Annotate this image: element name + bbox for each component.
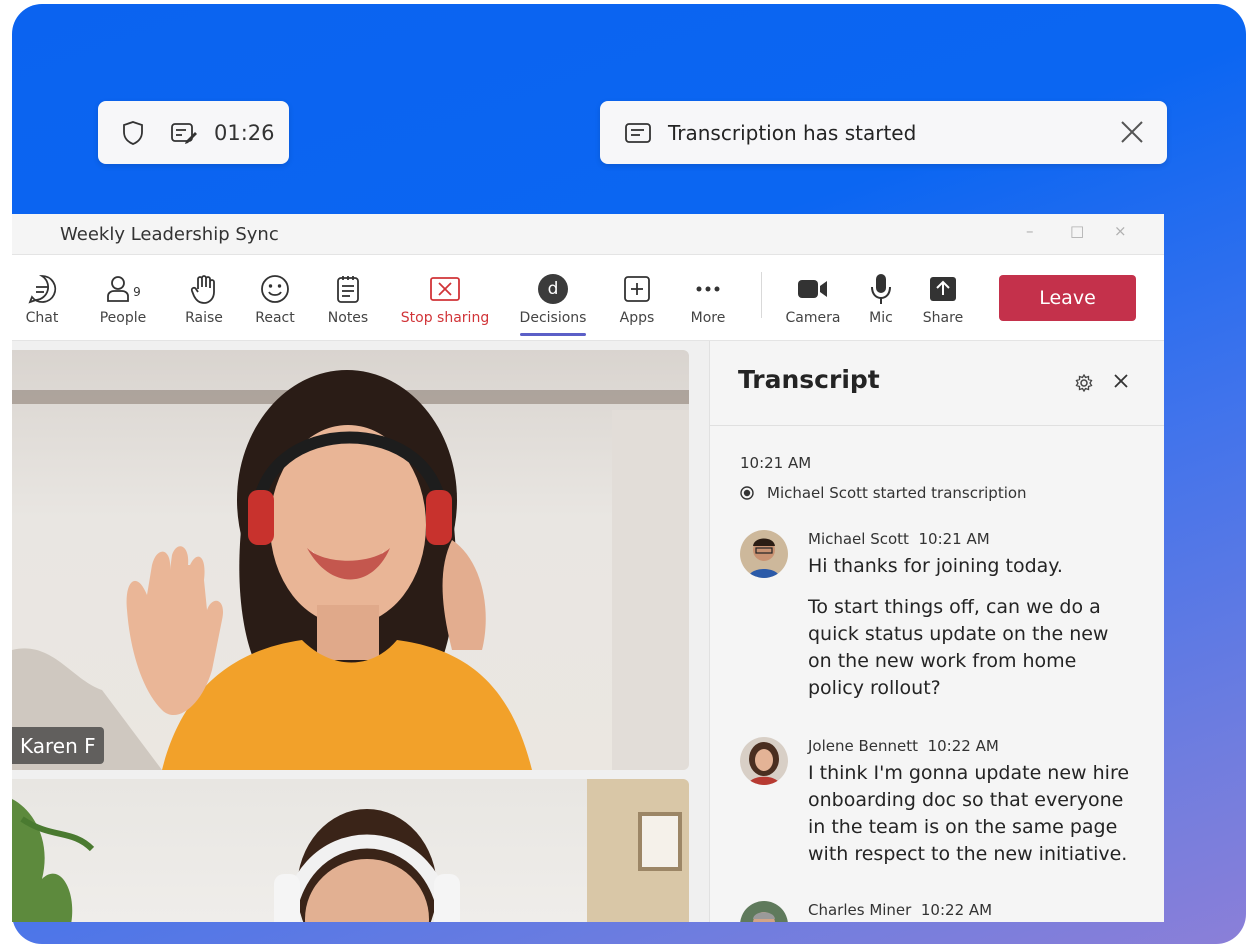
microphone-icon xyxy=(870,271,892,307)
more-dots-icon xyxy=(695,271,721,307)
close-icon[interactable] xyxy=(1111,371,1131,395)
transcript-icon xyxy=(170,122,198,148)
speaker-line: Charles Miner 10:22 AM xyxy=(808,901,993,919)
settings-gear-icon[interactable] xyxy=(1075,373,1093,396)
transcript-icon xyxy=(624,122,652,148)
close-window-button[interactable]: × xyxy=(1114,222,1127,240)
notes-icon xyxy=(336,271,360,307)
transcription-started-notice: Michael Scott started transcription xyxy=(740,484,1027,502)
mic-button[interactable]: Mic xyxy=(868,255,894,340)
camera-button[interactable]: Camera xyxy=(786,255,840,340)
timer-text: 01:26 xyxy=(214,121,275,145)
leave-button[interactable]: Leave xyxy=(999,275,1136,321)
meeting-timer-pill: 01:26 xyxy=(98,101,289,164)
decisions-tab[interactable]: d Decisions xyxy=(520,255,586,340)
avatar xyxy=(740,530,788,578)
close-icon[interactable] xyxy=(1119,119,1145,149)
chat-button[interactable]: Chat xyxy=(22,255,62,340)
notes-button[interactable]: Notes xyxy=(326,255,370,340)
shield-icon xyxy=(122,120,144,150)
maximize-button[interactable]: □ xyxy=(1070,222,1084,240)
participant-video-image xyxy=(12,370,689,770)
share-screen-icon xyxy=(929,271,957,307)
record-dot-icon xyxy=(740,486,754,500)
smiley-icon xyxy=(260,271,290,307)
more-button[interactable]: More xyxy=(688,255,728,340)
meeting-window: Weekly Leadership Sync – □ × Chat 9 Peop… xyxy=(12,214,1164,922)
add-apps-icon xyxy=(623,271,651,307)
participant-name-tag: Karen F xyxy=(12,727,104,764)
toast-message: Transcription has started xyxy=(668,121,917,145)
video-tile-participant-2[interactable] xyxy=(12,779,689,922)
raise-hand-button[interactable]: Raise xyxy=(184,255,224,340)
avatar xyxy=(740,737,788,785)
stop-sharing-button[interactable]: Stop sharing xyxy=(400,255,490,340)
speaker-line: Jolene Bennett 10:22 AM xyxy=(808,737,999,755)
speaker-line: Michael Scott 10:21 AM xyxy=(808,530,990,548)
transcription-toast: Transcription has started xyxy=(600,101,1167,164)
meeting-toolbar: Chat 9 People Raise React Notes Stop sha… xyxy=(12,255,1164,341)
participant-video-image xyxy=(12,779,689,922)
apps-button[interactable]: Apps xyxy=(618,255,656,340)
avatar xyxy=(740,901,788,922)
camera-icon xyxy=(797,271,829,307)
decisions-app-icon: d xyxy=(538,271,568,307)
transcript-panel: Transcript 10:21 AM Michael Scott starte… xyxy=(709,341,1164,922)
people-button[interactable]: 9 People xyxy=(98,255,148,340)
minimize-button[interactable]: – xyxy=(1026,222,1034,240)
transcript-header: Transcript xyxy=(710,341,1164,426)
share-button[interactable]: Share xyxy=(922,255,964,340)
people-icon: 9 xyxy=(105,271,141,307)
chat-icon xyxy=(26,271,58,307)
stop-share-icon xyxy=(429,271,461,307)
title-bar: Weekly Leadership Sync – □ × xyxy=(12,214,1164,255)
people-count: 9 xyxy=(133,285,141,299)
transcript-text: Hi thanks for joining today. xyxy=(808,555,1063,577)
meeting-title: Weekly Leadership Sync xyxy=(60,224,279,245)
react-button[interactable]: React xyxy=(254,255,296,340)
transcript-start-time: 10:21 AM xyxy=(740,454,812,472)
transcript-text: To start things off, can we do a quick s… xyxy=(808,596,1109,699)
toolbar-divider xyxy=(761,272,762,318)
transcript-title: Transcript xyxy=(738,365,880,394)
raise-hand-icon xyxy=(190,271,218,307)
video-tile-karen[interactable] xyxy=(12,350,689,770)
transcript-text: I think I'm gonna update new hire onboar… xyxy=(808,762,1130,865)
